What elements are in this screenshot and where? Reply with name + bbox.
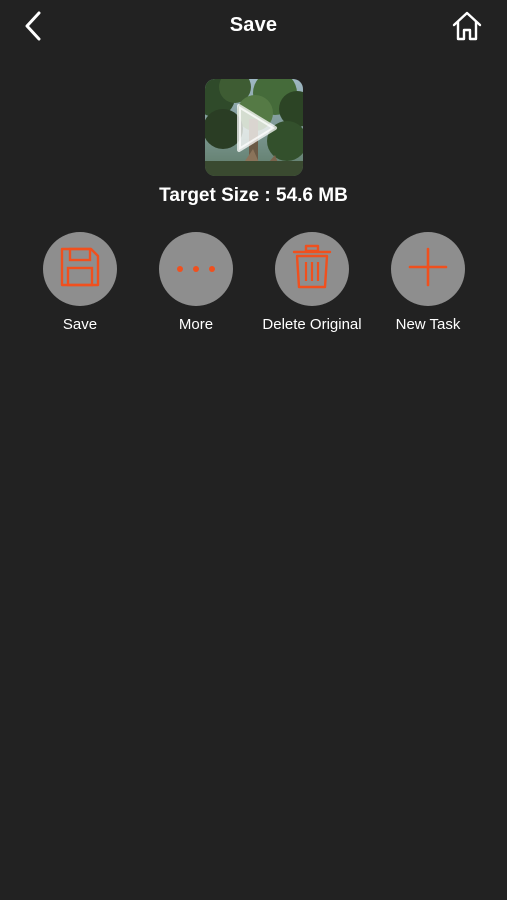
page-title: Save <box>229 14 278 36</box>
more-dots-icon <box>176 260 216 278</box>
target-size-label: Target Size : 54.6 MB <box>159 185 348 206</box>
play-icon <box>235 103 279 153</box>
floppy-disk-icon <box>59 246 101 293</box>
new-task-button-label: New Task <box>395 316 461 333</box>
trash-icon <box>292 244 332 295</box>
save-button-circle[interactable] <box>43 232 117 306</box>
nav-bar: Save <box>0 0 507 56</box>
more-button-circle[interactable] <box>159 232 233 306</box>
delete-original-button[interactable]: Delete Original <box>254 232 370 342</box>
home-button[interactable] <box>449 10 485 46</box>
more-button[interactable]: More <box>138 232 254 342</box>
video-thumbnail[interactable] <box>205 79 303 176</box>
home-icon <box>451 10 483 47</box>
plus-icon <box>408 247 448 292</box>
delete-original-button-circle[interactable] <box>275 232 349 306</box>
save-button[interactable]: Save <box>22 232 138 342</box>
new-task-button[interactable]: New Task <box>370 232 486 342</box>
new-task-button-circle[interactable] <box>391 232 465 306</box>
